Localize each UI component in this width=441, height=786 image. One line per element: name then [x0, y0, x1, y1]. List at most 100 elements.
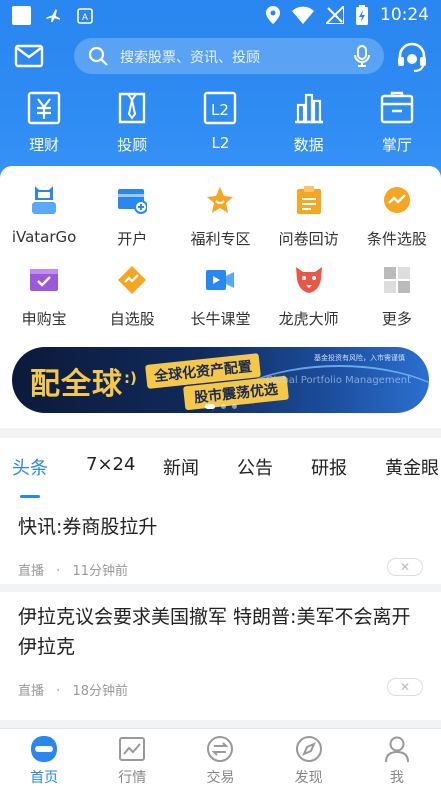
bottom-nav-label: 我	[389, 770, 404, 786]
home-icon	[31, 736, 58, 762]
bottom-nav-market[interactable]: 行情	[88, 729, 176, 786]
carousel-dot	[231, 404, 237, 409]
service-label: 问卷回访	[278, 230, 339, 248]
topnav-label: 理财	[29, 136, 60, 154]
svg-text:A: A	[82, 13, 89, 23]
tab-7x24[interactable]: 7×24	[86, 454, 135, 475]
news-title: 快讯:券商股拉升	[18, 516, 158, 538]
diamond-icon	[118, 266, 147, 294]
bottom-nav: 首页 行情 交易 发现 我	[0, 728, 441, 786]
divider	[0, 720, 441, 728]
svg-text:L2: L2	[212, 101, 230, 119]
hall-icon	[380, 91, 414, 124]
mail-button[interactable]	[14, 44, 46, 70]
card-icon	[118, 189, 148, 214]
news-item[interactable]: 快讯:券商股拉升 直播 · 11分钟前 ✕	[0, 508, 441, 588]
location-icon	[266, 6, 280, 24]
service-stock-screener[interactable]: 条件选股	[353, 178, 441, 258]
promo-banner[interactable]: 配全球 :) 全球化资产配置 股市震荡优选 基金投资有风险，入市需谨慎 Glob…	[12, 347, 429, 413]
divider	[0, 584, 441, 592]
bottom-nav-label: 行情	[118, 770, 147, 786]
status-bar: A 10:24	[0, 0, 441, 32]
bottom-nav-label: 交易	[206, 770, 235, 786]
service-dragon-tiger[interactable]: 龙虎大师	[265, 258, 353, 338]
service-label: 龙虎大师	[278, 310, 339, 328]
app-square-icon	[12, 6, 31, 25]
topnav-item-advisor[interactable]: 投顾	[88, 90, 176, 158]
topnav-item-hall[interactable]: 掌厅	[353, 90, 441, 158]
banner-smile: :)	[124, 369, 137, 387]
carousel-dot	[220, 404, 226, 409]
a-badge-icon: A	[77, 7, 93, 24]
search-icon	[88, 46, 108, 66]
bottom-nav-home[interactable]: 首页	[0, 729, 88, 786]
data-chart-icon	[294, 93, 323, 124]
robot-icon	[32, 186, 57, 214]
news-title: 伊拉克议会要求美国撤军 特朗普:美军不会离开伊拉克	[18, 606, 411, 658]
meta-separator: ·	[56, 564, 61, 579]
wifi-icon	[292, 6, 314, 24]
service-open-account[interactable]: 开户	[88, 178, 176, 258]
search-input[interactable]: 搜索股票、资讯、投顾	[74, 38, 384, 74]
service-ivatargo[interactable]: iVatarGo	[0, 178, 88, 258]
service-ipo[interactable]: 申购宝	[0, 258, 88, 338]
tab-research[interactable]: 研报	[311, 454, 347, 480]
service-welfare[interactable]: 福利专区	[176, 178, 264, 258]
service-label: 长牛课堂	[190, 310, 251, 328]
envelope-check-icon	[30, 269, 59, 291]
microphone-icon[interactable]	[354, 45, 370, 67]
service-more[interactable]: 更多	[353, 258, 441, 338]
bottom-nav-discover[interactable]: 发现	[265, 729, 353, 786]
market-icon	[119, 737, 146, 761]
service-watchlist[interactable]: 自选股	[88, 258, 176, 338]
news-item[interactable]: 伊拉克议会要求美国撤军 特朗普:美军不会离开伊拉克 直播 · 18分钟前 ✕	[0, 600, 441, 710]
service-label: iVatarGo	[11, 228, 77, 246]
news-section: 头条 7×24 新闻 公告 研报 黄金眼 快讯:券商股拉升 直播 · 11分钟前…	[0, 438, 441, 728]
profile-icon	[384, 736, 409, 763]
tab-headlines[interactable]: 头条	[12, 454, 48, 480]
service-classroom[interactable]: 长牛课堂	[176, 258, 264, 338]
bottom-nav-me[interactable]: 我	[353, 729, 441, 786]
topnav-label: 掌厅	[381, 136, 412, 154]
battery-icon	[356, 5, 368, 25]
bottom-nav-trade[interactable]: 交易	[176, 729, 264, 786]
tab-golden-eye[interactable]: 黄金眼	[385, 454, 439, 480]
top-nav: 理财 投顾 L2 L2 数据 掌厅	[0, 90, 441, 158]
topnav-item-data[interactable]: 数据	[265, 90, 353, 158]
l2-icon: L2	[204, 91, 237, 125]
topnav-item-wealth[interactable]: 理财	[0, 90, 88, 158]
news-source: 直播	[18, 564, 45, 579]
search-placeholder: 搜索股票、资讯、投顾	[120, 50, 260, 66]
topnav-label: 投顾	[117, 136, 148, 154]
banner-english: Global Portfolio Management	[265, 375, 411, 386]
star-icon	[207, 187, 234, 213]
news-meta: 直播 · 18分钟前	[18, 680, 128, 699]
clipboard-icon	[296, 186, 321, 214]
trade-icon	[207, 736, 234, 762]
grid-icon	[383, 267, 410, 293]
service-label: 自选股	[109, 310, 155, 328]
compass-icon	[295, 736, 322, 762]
video-icon	[206, 270, 235, 290]
news-meta: 直播 · 11分钟前	[18, 560, 128, 579]
topnav-label: L2	[211, 134, 230, 152]
bottom-nav-label: 首页	[30, 770, 59, 786]
advisor-icon	[119, 92, 146, 124]
dismiss-button[interactable]: ✕	[387, 678, 423, 696]
customer-service-button[interactable]	[395, 40, 429, 74]
service-survey[interactable]: 问卷回访	[265, 178, 353, 258]
headset-icon	[398, 42, 426, 73]
no-signal-icon	[326, 6, 344, 24]
service-label: 条件选股	[366, 230, 427, 248]
service-label: 福利专区	[190, 230, 251, 248]
topnav-item-l2[interactable]: L2 L2	[176, 90, 264, 158]
news-tabs: 头条 7×24 新闻 公告 研报 黄金眼	[0, 454, 441, 494]
dismiss-button[interactable]: ✕	[387, 558, 423, 576]
tab-news[interactable]: 新闻	[163, 454, 199, 480]
news-source: 直播	[18, 684, 45, 699]
tab-announcements[interactable]: 公告	[237, 454, 273, 480]
banner-risk-note: 基金投资有风险，入市需谨慎	[314, 354, 405, 362]
carousel-indicator	[12, 404, 429, 409]
service-label: 更多	[381, 310, 412, 328]
service-label: 开户	[117, 230, 148, 248]
